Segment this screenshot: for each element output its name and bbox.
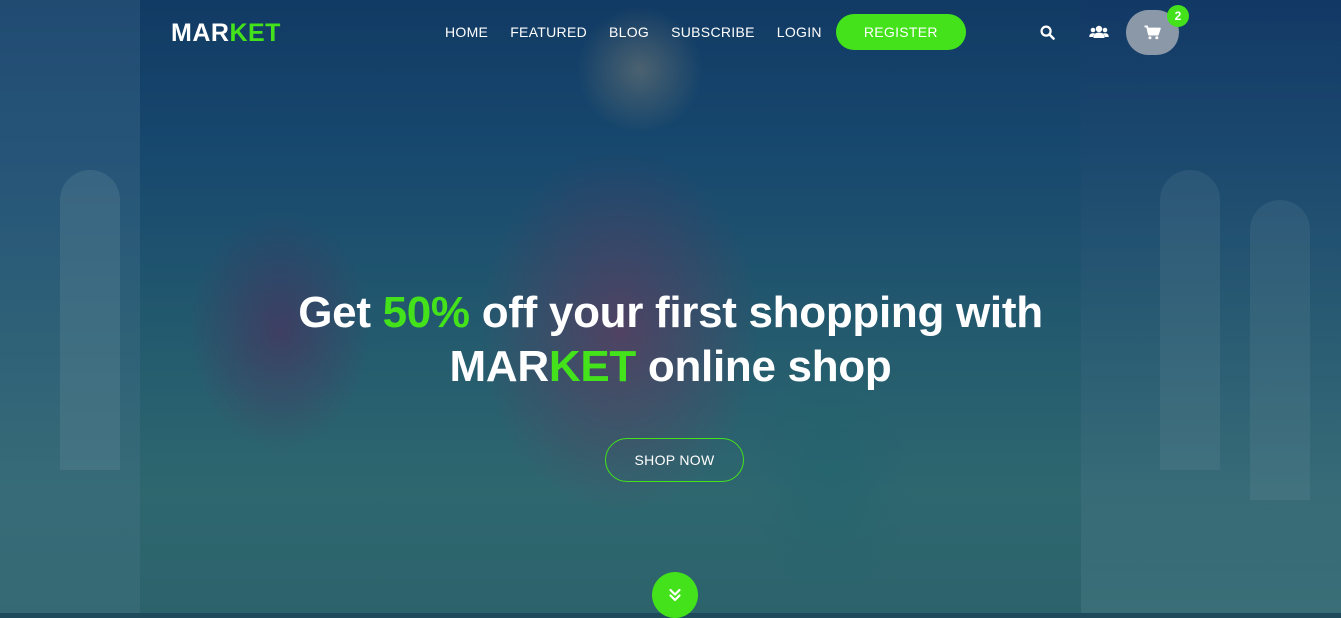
nav-link-login[interactable]: LOGIN bbox=[777, 14, 822, 50]
brand-logo[interactable]: MARKET bbox=[171, 18, 281, 48]
users-icon bbox=[1089, 25, 1109, 38]
nav-link-featured[interactable]: FEATURED bbox=[510, 14, 587, 50]
hero-headline: Get 50% off your first shopping with MAR… bbox=[0, 286, 1341, 394]
users-button[interactable] bbox=[1087, 20, 1111, 44]
search-icon bbox=[1039, 24, 1055, 40]
headline-line-2: MARKET online shop bbox=[0, 340, 1341, 394]
scroll-down-button[interactable] bbox=[652, 572, 698, 618]
headline-text: off your first shopping with bbox=[469, 288, 1043, 337]
register-button[interactable]: REGISTER bbox=[835, 14, 966, 50]
nav-link-home[interactable]: HOME bbox=[445, 14, 488, 50]
chevron-double-down-icon bbox=[669, 588, 681, 602]
shop-now-button[interactable]: SHOP NOW bbox=[605, 438, 744, 482]
logo-part-1: MAR bbox=[171, 19, 230, 47]
top-navbar: MARKET HOME FEATURED BLOG SUBSCRIBE LOGI… bbox=[0, 0, 1341, 64]
cart-icon bbox=[1144, 25, 1161, 40]
headline-text: online shop bbox=[635, 342, 892, 391]
search-button[interactable] bbox=[1035, 20, 1059, 44]
brand-name-part-1: MAR bbox=[449, 342, 550, 391]
logo-part-2: KET bbox=[229, 19, 281, 47]
headline-text: Get bbox=[298, 288, 383, 337]
nav-link-blog[interactable]: BLOG bbox=[609, 14, 649, 50]
headline-line-1: Get 50% off your first shopping with bbox=[0, 286, 1341, 340]
cart-count-badge: 2 bbox=[1167, 5, 1189, 27]
discount-highlight: 50% bbox=[382, 288, 470, 337]
nav-link-subscribe[interactable]: SUBSCRIBE bbox=[671, 14, 755, 50]
brand-name-part-2: KET bbox=[548, 342, 636, 391]
main-menu: HOME FEATURED BLOG SUBSCRIBE LOGIN REGIS… bbox=[445, 14, 966, 50]
